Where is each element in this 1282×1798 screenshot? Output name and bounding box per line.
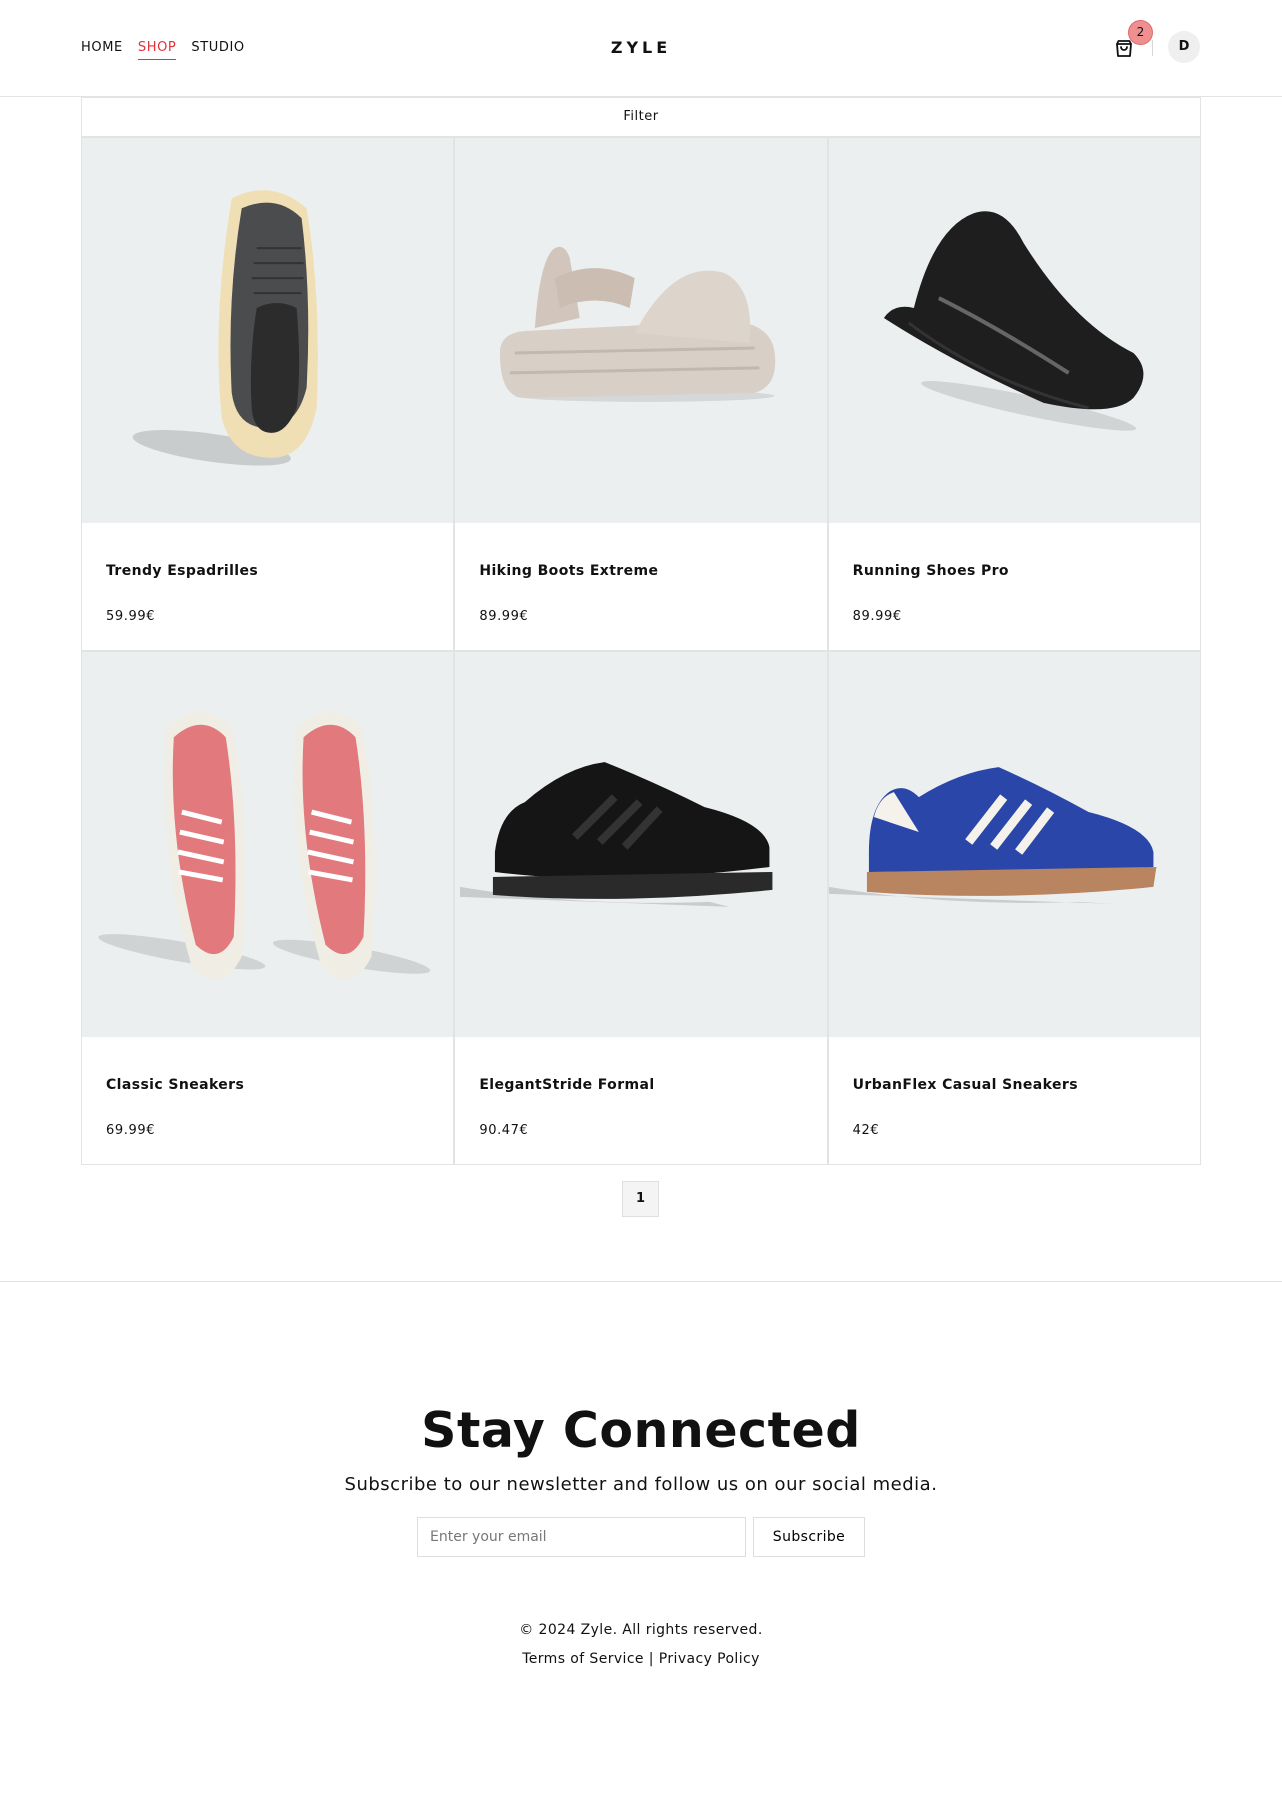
product-price: 59.99€ — [106, 609, 156, 624]
product-name: Hiking Boots Extreme — [479, 563, 659, 579]
pagination-page-button[interactable]: 1 — [622, 1181, 659, 1217]
product-card[interactable]: ElegantStride Formal 90.47€ — [454, 651, 828, 1165]
brand-logo[interactable]: ZYLE — [0, 38, 1282, 57]
product-image — [82, 138, 454, 523]
email-input[interactable] — [417, 1517, 746, 1557]
newsletter-title: Stay Connected — [421, 1402, 861, 1459]
terms-link[interactable]: Terms of Service — [522, 1651, 644, 1667]
product-card[interactable]: Running Shoes Pro 89.99€ — [827, 137, 1201, 651]
product-price: 69.99€ — [106, 1123, 156, 1138]
pink-suede-sneakers-image — [98, 712, 431, 980]
privacy-link[interactable]: Privacy Policy — [659, 1651, 760, 1667]
header-divider — [1152, 40, 1153, 56]
product-image — [82, 652, 454, 1037]
product-name: ElegantStride Formal — [479, 1077, 655, 1093]
grey-chunky-sneaker-image — [132, 190, 318, 466]
product-image — [828, 138, 1200, 523]
product-card[interactable]: Trendy Espadrilles 59.99€ — [81, 137, 455, 651]
product-image — [455, 652, 827, 1037]
product-card[interactable]: Classic Sneakers 69.99€ — [81, 651, 455, 1165]
newsletter-subtitle: Subscribe to our newsletter and follow u… — [344, 1474, 938, 1495]
product-price: 90.47€ — [479, 1123, 529, 1138]
site-header: HOME SHOP STUDIO ZYLE 2 D — [0, 0, 1282, 97]
product-price: 42€ — [852, 1123, 880, 1138]
product-card[interactable]: UrbanFlex Casual Sneakers 42€ — [827, 651, 1201, 1165]
legal-links: Terms of Service | Privacy Policy — [0, 1651, 1282, 1667]
product-price: 89.99€ — [479, 609, 529, 624]
filter-button[interactable]: Filter — [81, 97, 1201, 137]
user-avatar[interactable]: D — [1168, 31, 1200, 63]
cart-count-badge: 2 — [1128, 20, 1153, 45]
blue-suede-sneaker-image — [828, 767, 1157, 904]
subscribe-button[interactable]: Subscribe — [753, 1517, 865, 1557]
product-name: Running Shoes Pro — [852, 563, 1009, 579]
product-image — [455, 138, 827, 523]
black-futuristic-sneaker-image — [883, 211, 1144, 431]
product-name: Trendy Espadrilles — [106, 563, 259, 579]
product-image — [828, 652, 1200, 1037]
product-grid: Trendy Espadrilles 59.99€ Hiking Boots E… — [81, 137, 1201, 1165]
black-suede-sneaker-image — [460, 762, 773, 907]
product-name: Classic Sneakers — [106, 1077, 245, 1093]
legal-separator: | — [643, 1651, 659, 1667]
product-price: 89.99€ — [852, 609, 902, 624]
beige-platform-sandal-image — [500, 246, 776, 402]
product-card[interactable]: Hiking Boots Extreme 89.99€ — [454, 137, 828, 651]
copyright-text: © 2024 Zyle. All rights reserved. — [519, 1622, 763, 1638]
footer-divider — [0, 1281, 1282, 1282]
product-name: UrbanFlex Casual Sneakers — [852, 1077, 1078, 1093]
